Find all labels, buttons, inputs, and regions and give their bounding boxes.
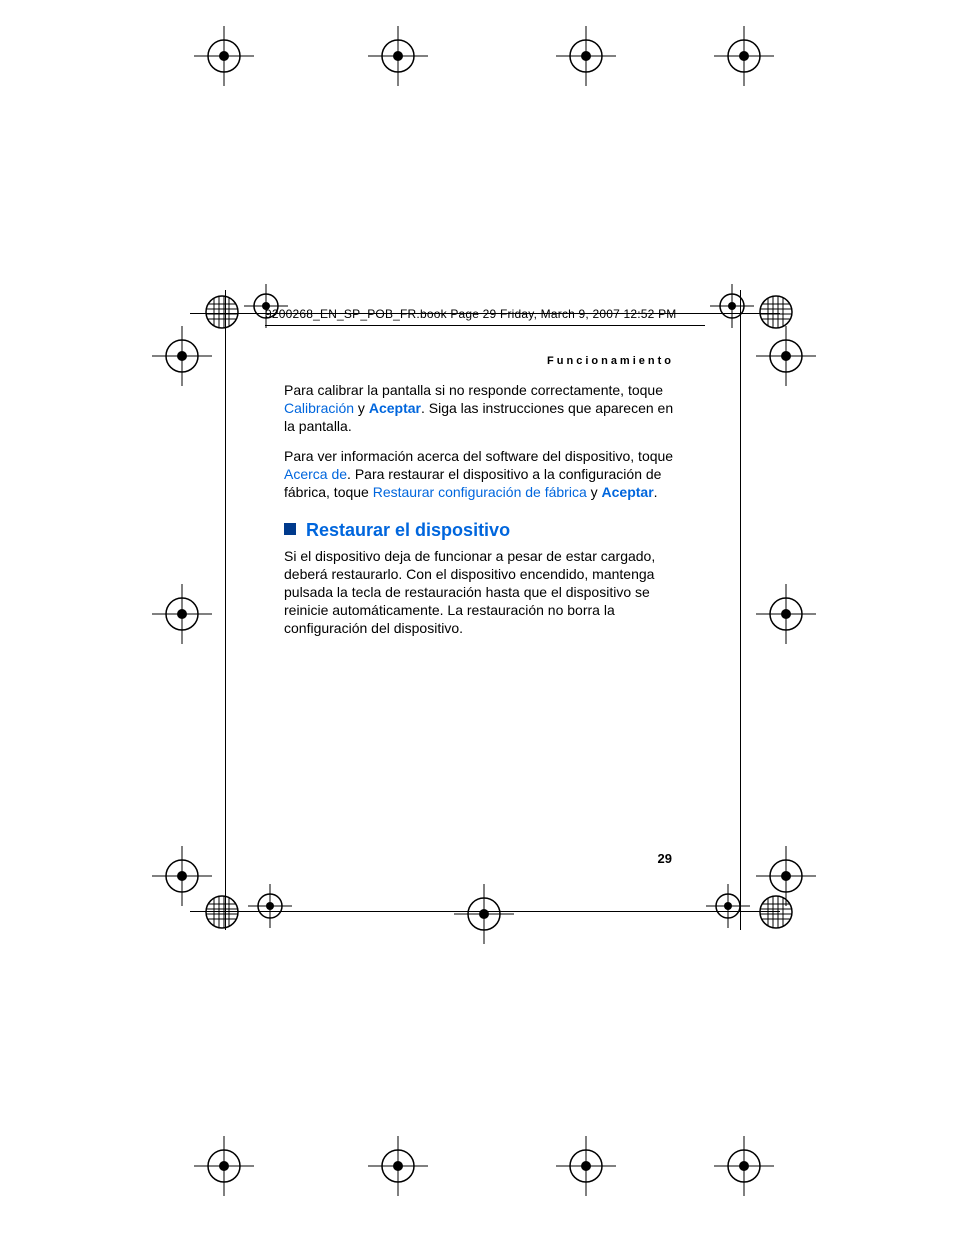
crosshair-icon xyxy=(150,582,214,646)
page-content: Para calibrar la pantalla si no responde… xyxy=(284,382,682,650)
crosshair-icon xyxy=(150,844,214,908)
link-aceptar-1[interactable]: Aceptar xyxy=(369,400,421,416)
paragraph-restaurar-body: Si el dispositivo deja de funcionar a pe… xyxy=(284,548,682,638)
heading-text: Restaurar el dispositivo xyxy=(306,520,510,540)
printer-line-left xyxy=(225,290,226,930)
paragraph-about-restore: Para ver información acerca del software… xyxy=(284,448,682,502)
crosshair-icon xyxy=(754,844,818,908)
square-bullet-icon xyxy=(284,523,296,535)
book-file-header: 9200268_EN_SP_POB_FR.book Page 29 Friday… xyxy=(265,307,676,321)
link-calibracion[interactable]: Calibración xyxy=(284,400,354,416)
link-restaurar-config[interactable]: Restaurar configuración de fábrica xyxy=(373,484,587,500)
link-aceptar-2[interactable]: Aceptar xyxy=(602,484,654,500)
crosshair-icon xyxy=(712,1134,776,1198)
crosshair-icon xyxy=(754,582,818,646)
crosshair-icon xyxy=(150,324,214,388)
crosshair-icon xyxy=(554,1134,618,1198)
printer-line-right xyxy=(740,290,741,930)
crosshair-icon xyxy=(754,324,818,388)
heading-restaurar: Restaurar el dispositivo xyxy=(284,519,682,542)
book-file-header-text: 9200268_EN_SP_POB_FR.book Page 29 Friday… xyxy=(265,307,676,321)
crosshair-icon xyxy=(708,282,756,330)
running-head: Funcionamiento xyxy=(547,355,674,367)
crosshair-icon xyxy=(704,882,752,930)
link-acerca-de[interactable]: Acerca de xyxy=(284,466,347,482)
crosshair-icon xyxy=(554,24,618,88)
paragraph-calibration: Para calibrar la pantalla si no responde… xyxy=(284,382,682,436)
crosshair-icon xyxy=(246,882,294,930)
page-number: 29 xyxy=(658,851,672,866)
crosshair-icon xyxy=(366,24,430,88)
crosshair-icon xyxy=(242,282,290,330)
crosshair-icon xyxy=(192,1134,256,1198)
crosshair-icon xyxy=(452,882,516,946)
crosshair-icon xyxy=(712,24,776,88)
crosshair-icon xyxy=(366,1134,430,1198)
crosshair-icon xyxy=(192,24,256,88)
